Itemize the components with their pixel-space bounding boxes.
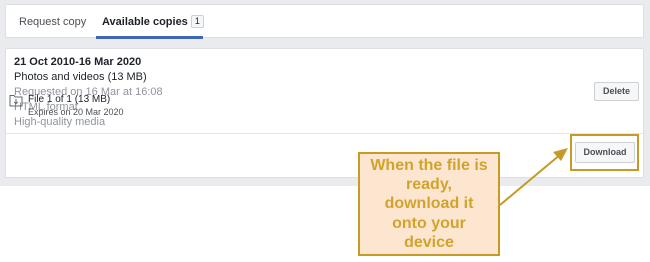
file-expiry: Expires on 20 Mar 2020 <box>28 107 124 117</box>
annotation-callout: When the file is ready, download it onto… <box>358 152 500 256</box>
annotation-text: When the file is ready, download it onto… <box>370 157 488 251</box>
tab-bar: Request copy Available copies 1 <box>5 4 644 39</box>
available-count-badge: 1 <box>190 15 204 28</box>
delete-button[interactable]: Delete <box>594 82 639 101</box>
download-button[interactable]: Download <box>575 142 635 163</box>
copy-details: 21 Oct 2010-16 Mar 2020 Photos and video… <box>14 56 163 130</box>
divider <box>6 133 643 134</box>
copy-summary: Photos and videos (13 MB) <box>14 71 147 83</box>
download-your-information-panel: Request copy Available copies 1 21 Oct 20… <box>0 0 650 186</box>
tab-request-copy[interactable]: Request copy <box>19 5 86 39</box>
download-file-icon <box>9 95 23 107</box>
tab-available-copies[interactable]: Available copies 1 <box>102 5 204 39</box>
active-tab-indicator <box>96 36 203 39</box>
copy-date-range: 21 Oct 2010-16 Mar 2020 <box>14 56 142 68</box>
file-title: File 1 of 1 (13 MB) <box>28 94 111 105</box>
tab-available-copies-label: Available copies <box>102 16 188 28</box>
